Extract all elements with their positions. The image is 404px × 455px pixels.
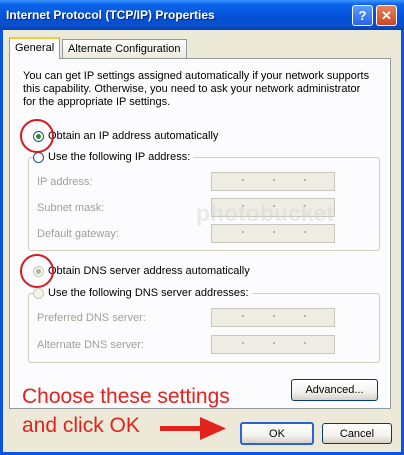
radio-use-following-ip[interactable]: Use the following IP address: <box>33 151 194 163</box>
help-button[interactable]: ? <box>352 5 373 26</box>
tab-alternate-configuration[interactable]: Alternate Configuration <box>62 39 187 59</box>
annotation-line-1: Choose these settings <box>22 385 230 408</box>
annotation-circle-ip <box>20 119 54 153</box>
radio-obtain-dns-auto-label: Obtain DNS server address automatically <box>48 265 250 277</box>
arrow-right-icon <box>160 417 226 440</box>
radio-use-following-dns-label: Use the following DNS server addresses: <box>48 287 249 299</box>
preferred-dns-input[interactable] <box>211 308 335 327</box>
dns-server-group: Preferred DNS server: Alternate DNS serv… <box>28 293 380 363</box>
window-title: Internet Protocol (TCP/IP) Properties <box>6 8 215 22</box>
subnet-mask-label: Subnet mask: <box>37 202 105 214</box>
radio-use-following-ip-label: Use the following IP address: <box>48 151 191 163</box>
ip-address-input[interactable] <box>211 172 335 191</box>
default-gateway-label: Default gateway: <box>37 228 119 240</box>
ok-button[interactable]: OK <box>240 422 314 445</box>
title-bar[interactable]: Internet Protocol (TCP/IP) Properties ? … <box>0 0 404 30</box>
radio-use-following-dns[interactable]: Use the following DNS server addresses: <box>33 287 252 299</box>
annotation-circle-dns <box>20 254 54 288</box>
help-icon: ? <box>358 8 367 23</box>
watermark: photobucket <box>196 200 334 226</box>
radio-obtain-dns-auto[interactable]: Obtain DNS server address automatically <box>33 265 250 277</box>
preferred-dns-label: Preferred DNS server: <box>37 312 146 324</box>
intro-text: You can get IP settings assigned automat… <box>23 70 370 108</box>
alternate-dns-label: Alternate DNS server: <box>37 339 144 351</box>
alternate-dns-input[interactable] <box>211 335 335 354</box>
close-button[interactable]: ✕ <box>376 5 397 26</box>
tab-general[interactable]: General <box>9 37 61 59</box>
advanced-button[interactable]: Advanced... <box>291 379 378 401</box>
ip-address-label: IP address: <box>37 176 93 188</box>
cancel-button[interactable]: Cancel <box>322 423 392 444</box>
radio-unselected-icon <box>33 151 44 163</box>
close-icon: ✕ <box>381 7 392 23</box>
radio-obtain-ip-auto-label: Obtain an IP address automatically <box>48 130 219 142</box>
radio-obtain-ip-auto[interactable]: Obtain an IP address automatically <box>33 130 218 142</box>
radio-unselected-disabled-icon <box>33 287 44 299</box>
